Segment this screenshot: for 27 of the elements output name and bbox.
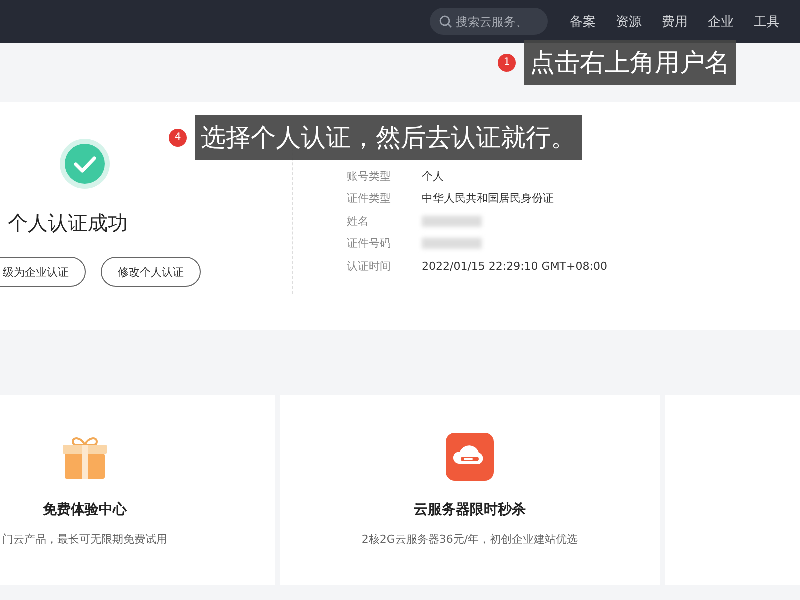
callout-label: 点击右上角用户名 xyxy=(524,40,736,85)
field-value: 中华人民共和国居民身份证 xyxy=(422,191,554,206)
card-description: 门云产品，最长可无限期免费试用 xyxy=(2,532,168,547)
field-label: 账号类型 xyxy=(347,168,392,184)
callout-label: 选择个人认证，然后去认证就行。 xyxy=(195,115,582,160)
field-label: 证件类型 xyxy=(347,191,392,206)
field-label: 姓名 xyxy=(347,214,370,229)
blurred-value xyxy=(422,216,482,227)
outline-button[interactable]: 级为企业认证 xyxy=(0,257,86,287)
nav-link[interactable]: 资源 xyxy=(616,12,642,30)
nav-link[interactable]: 工具 xyxy=(754,12,780,30)
card-title: 云服务器限时秒杀 xyxy=(414,501,526,519)
check-icon xyxy=(59,138,111,190)
field-label: 证件号码 xyxy=(347,236,392,252)
card-title: 免费体验中心 xyxy=(43,501,127,519)
status-title: 个人认证成功 xyxy=(8,210,128,237)
outline-button[interactable]: 修改个人认证 xyxy=(101,257,201,287)
cloud-icon xyxy=(446,433,494,481)
field-value: 2022/01/15 22:29:10 GMT+08:00 xyxy=(422,260,608,273)
nav-link[interactable]: 费用 xyxy=(662,12,688,30)
nav-link[interactable]: 备案 xyxy=(570,12,596,30)
search-field[interactable]: 搜索云服务、 xyxy=(430,8,548,35)
card-description: 2核2G云服务器36元/年，初创企业建站优选 xyxy=(362,532,578,547)
nav-link[interactable]: 企业 xyxy=(708,12,734,30)
blurred-value xyxy=(422,238,482,250)
field-value: 个人 xyxy=(422,168,444,184)
field-label: 认证时间 xyxy=(347,258,392,274)
